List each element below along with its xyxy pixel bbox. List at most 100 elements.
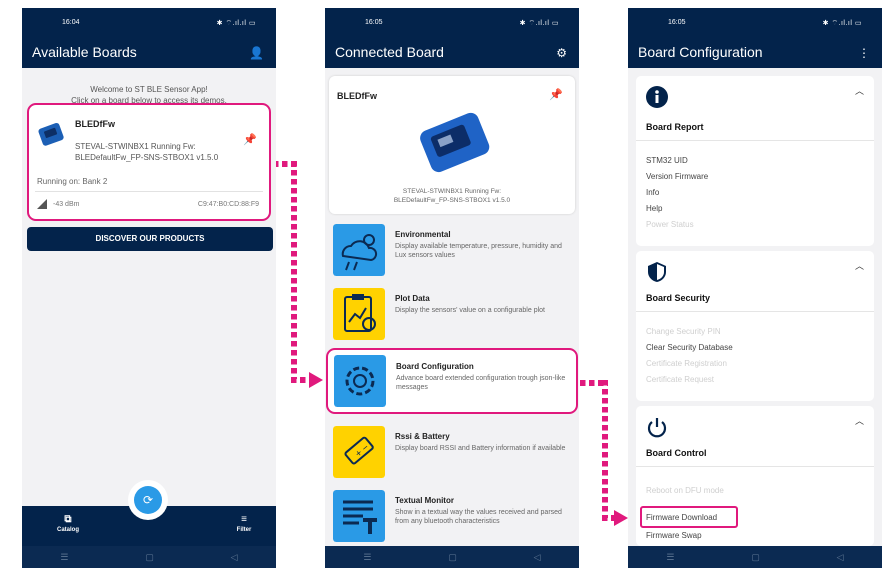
user-settings-icon[interactable]: 👤 (249, 46, 264, 60)
gear-icon[interactable]: ⚙ (556, 46, 567, 60)
more-vert-icon[interactable]: ⋮ (858, 46, 870, 60)
system-nav-bar: ☰ ▢ ◁ (22, 546, 276, 568)
option-reboot-dfu: Reboot on DFU mode (646, 486, 724, 495)
recent-apps-icon[interactable]: ☰ (363, 552, 371, 563)
back-icon[interactable]: ◁ (837, 552, 844, 563)
welcome-line-1: Welcome to ST BLE Sensor App! (90, 85, 208, 94)
welcome-text: Welcome to ST BLE Sensor App! Click on a… (22, 68, 276, 106)
option-certificate-registration: Certificate Registration (646, 359, 727, 368)
section-heading: Board Report (646, 122, 704, 132)
board-description: STEVAL-STWINBX1 Running Fw: BLEDefaultFw… (75, 141, 245, 163)
demo-desc: Display available temperature, pressure,… (395, 243, 562, 259)
status-icons: ✱ ⌔.ıl.ıl ▭ (216, 20, 256, 27)
home-icon[interactable]: ▢ (751, 552, 760, 563)
board-name: BLEDfFw (337, 91, 377, 101)
app-bar: Connected Board ⚙ (325, 38, 579, 68)
collapse-chevron-icon[interactable]: ︿ (855, 259, 864, 272)
weather-icon (333, 224, 385, 276)
catalog-icon: ⧉ (64, 514, 72, 525)
discover-products-button[interactable]: DISCOVER OUR PRODUCTS (27, 227, 273, 251)
clipboard-chart-icon (333, 288, 385, 340)
board-desc-line-2: BLEDefaultFw_FP-SNS-STBOX1 v1.5.0 (393, 197, 511, 204)
status-icons: ✱ ⌔.ıl.ıl ▭ (519, 20, 559, 27)
status-bar: 16:05 ✱ ⌔.ıl.ıl ▭ (628, 8, 882, 38)
demo-title: Textual Monitor (395, 496, 454, 505)
demo-title: Rssi & Battery (395, 432, 450, 441)
status-icons: ✱ ⌔.ıl.ıl ▭ (822, 20, 862, 27)
section-heading: Board Security (646, 293, 711, 303)
home-icon[interactable]: ▢ (448, 552, 457, 563)
battery-icon: + − (333, 426, 385, 478)
demo-desc: Advance board extended configuration tro… (396, 375, 566, 391)
demo-environmental[interactable]: Environmental Display available temperat… (329, 222, 575, 282)
option-info[interactable]: Info (646, 188, 659, 197)
app-bar: Board Configuration ⋮ (628, 38, 882, 68)
demo-desc: Display the sensors' value on a configur… (395, 307, 545, 314)
recent-apps-icon[interactable]: ☰ (60, 552, 68, 563)
status-bar: 16:05 ✱ ⌔.ıl.ıl ▭ (325, 8, 579, 38)
board-description: STEVAL-STWINBX1 Running Fw: BLEDefaultFw… (329, 187, 575, 205)
info-icon (646, 86, 668, 108)
rssi-value: -43 dBm (53, 201, 80, 208)
page-title: Board Configuration (638, 44, 763, 60)
option-change-security-pin: Change Security PIN (646, 327, 721, 336)
refresh-fab[interactable]: ⟳ (128, 480, 168, 520)
option-firmware-download[interactable]: Firmware Download (646, 513, 717, 522)
board-image-icon (38, 122, 64, 146)
catalog-button[interactable]: ⧉ Catalog (48, 514, 88, 533)
running-on: Running on: Bank 2 (37, 177, 108, 186)
option-certificate-request: Certificate Request (646, 375, 715, 384)
board-control-section: ︿ Board Control Reboot on DFU mode Firmw… (636, 406, 874, 546)
page-title: Connected Board (335, 44, 444, 60)
filter-button[interactable]: ≡ Filter (224, 514, 264, 533)
pin-icon[interactable]: 📌 (243, 133, 257, 146)
board-card[interactable]: BLEDfFw STEVAL-STWINBX1 Running Fw: BLED… (27, 103, 271, 221)
back-icon[interactable]: ◁ (534, 552, 541, 563)
pin-icon[interactable]: 📌 (549, 88, 563, 101)
shield-icon (648, 262, 666, 282)
status-bar: 16:04 ✱ ⌔.ıl.ıl ▭ (22, 8, 276, 38)
refresh-icon: ⟳ (134, 486, 162, 514)
board-desc-line-1: STEVAL-STWINBX1 Running Fw: (402, 188, 502, 195)
collapse-chevron-icon[interactable]: ︿ (855, 84, 864, 97)
home-icon[interactable]: ▢ (145, 552, 154, 563)
option-firmware-swap[interactable]: Firmware Swap (646, 531, 702, 540)
divider (636, 140, 874, 141)
board-desc-line-2: BLEDefaultFw_FP-SNS-STBOX1 v1.5.0 (75, 153, 219, 162)
demo-rssi-battery[interactable]: + − Rssi & Battery Display board RSSI an… (329, 424, 575, 484)
phone-available-boards: 16:04 ✱ ⌔.ıl.ıl ▭ Available Boards 👤 Wel… (22, 8, 276, 568)
board-name: BLEDfFw (75, 119, 115, 129)
recent-apps-icon[interactable]: ☰ (666, 552, 674, 563)
system-nav-bar: ☰ ▢ ◁ (628, 546, 882, 568)
demo-title: Board Configuration (396, 362, 474, 371)
demo-title: Environmental (395, 230, 451, 239)
demo-desc: Display board RSSI and Battery informati… (395, 445, 566, 452)
demo-board-configuration[interactable]: Board Configuration Advance board extend… (326, 348, 578, 414)
divider (35, 191, 263, 192)
demo-desc: Show in a textual way the values receive… (395, 509, 562, 525)
catalog-label: Catalog (56, 527, 79, 533)
system-nav-bar: ☰ ▢ ◁ (325, 546, 579, 568)
option-version-firmware[interactable]: Version Firmware (646, 172, 708, 181)
option-help[interactable]: Help (646, 204, 662, 213)
collapse-chevron-icon[interactable]: ︿ (855, 414, 864, 427)
board-security-section: ︿ Board Security Change Security PIN Cle… (636, 251, 874, 401)
status-time: 16:04 (62, 19, 80, 26)
page-title: Available Boards (32, 44, 137, 60)
back-icon[interactable]: ◁ (231, 552, 238, 563)
app-bar: Available Boards 👤 (22, 38, 276, 68)
text-lines-icon (333, 490, 385, 542)
option-stm32-uid[interactable]: STM32 UID (646, 156, 688, 165)
demo-title: Plot Data (395, 294, 430, 303)
status-time: 16:05 (668, 19, 686, 26)
mac-address: C9:47:B0:CD:88:F9 (197, 201, 259, 208)
divider (636, 311, 874, 312)
board-image-icon (420, 112, 490, 173)
section-heading: Board Control (646, 448, 707, 458)
option-power-status: Power Status (646, 220, 694, 229)
power-icon (647, 418, 667, 438)
option-clear-security-database[interactable]: Clear Security Database (646, 343, 733, 352)
demo-plot-data[interactable]: Plot Data Display the sensors' value on … (329, 286, 575, 346)
demo-textual-monitor[interactable]: Textual Monitor Show in a textual way th… (329, 488, 575, 548)
board-report-section: ︿ Board Report STM32 UID Version Firmwar… (636, 76, 874, 246)
